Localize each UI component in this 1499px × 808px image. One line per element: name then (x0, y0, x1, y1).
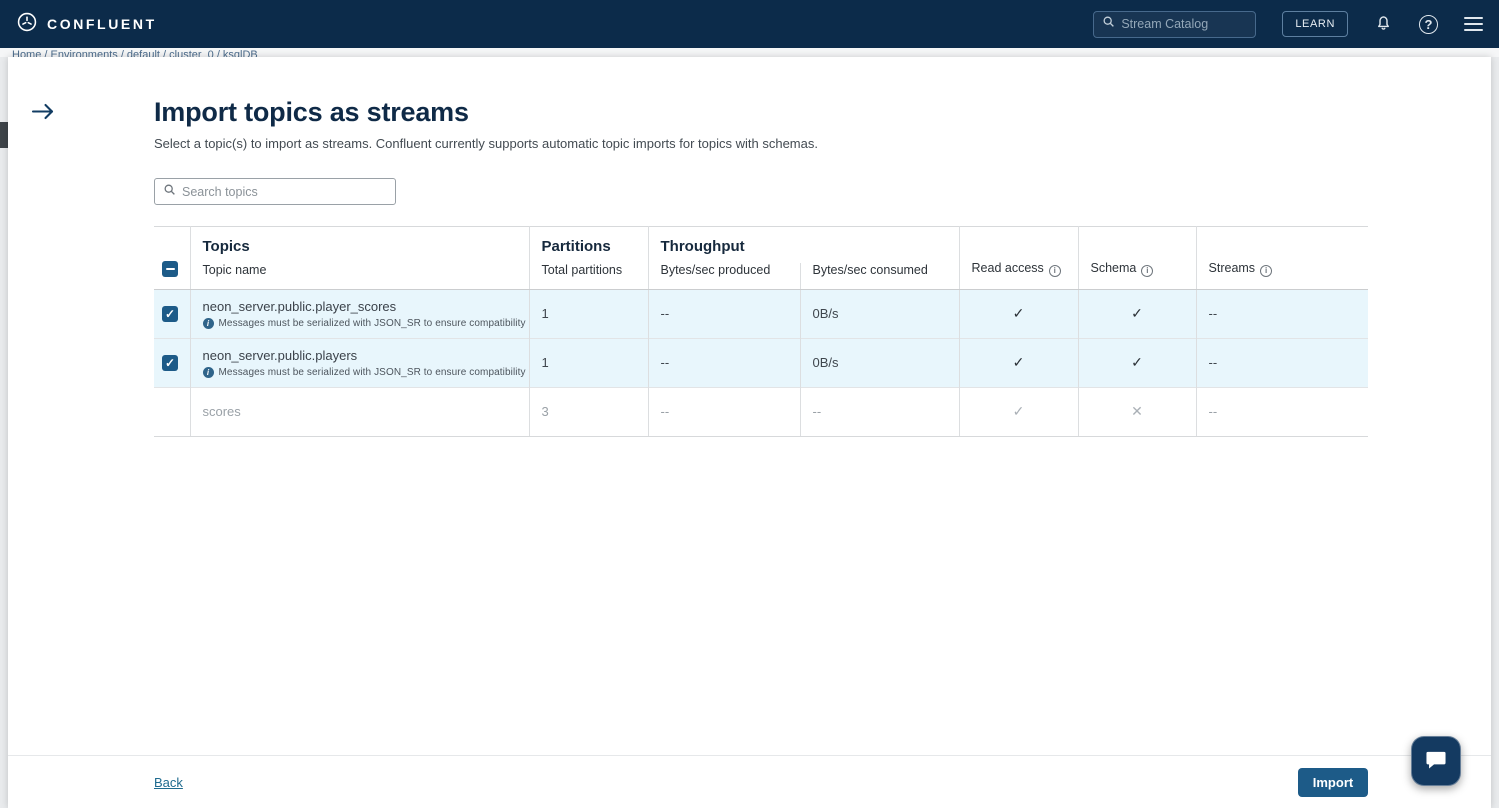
read-access-label: Read access (972, 261, 1044, 275)
select-all-checkbox[interactable] (162, 261, 178, 277)
topic-name: neon_server.public.player_scores (203, 299, 529, 314)
column-header-bytes-consumed: Bytes/sec consumed (800, 263, 959, 290)
panel-footer: Back Import (8, 755, 1491, 808)
column-header-bytes-produced: Bytes/sec produced (648, 263, 800, 290)
main-menu-button[interactable] (1464, 17, 1483, 31)
streams-value: -- (1196, 387, 1368, 436)
notifications-button[interactable] (1374, 13, 1393, 35)
search-topics-input[interactable] (182, 185, 387, 199)
schema-check: ✓ (1078, 338, 1196, 387)
topic-name: scores (203, 404, 529, 419)
schema-check: ✓ (1078, 289, 1196, 338)
check-icon: ✓ (165, 308, 175, 320)
read-access-check: ✓ (959, 338, 1078, 387)
bytes-produced-value: -- (648, 387, 800, 436)
import-button[interactable]: Import (1298, 768, 1368, 797)
help-button[interactable]: ? (1419, 15, 1438, 34)
partitions-value: 1 (529, 289, 648, 338)
row-checkbox[interactable]: ✓ (162, 306, 178, 322)
breadcrumb: Home / Environments / default / cluster_… (0, 48, 1499, 57)
brand-block[interactable]: CONFLUENT (16, 11, 157, 38)
info-icon: i (203, 367, 214, 378)
bytes-consumed-value: -- (800, 387, 959, 436)
bell-icon (1374, 13, 1393, 35)
read-access-check: ✓ (959, 387, 1078, 436)
topic-note: i Messages must be serialized with JSON_… (203, 318, 529, 329)
stream-catalog-search[interactable] (1093, 11, 1256, 38)
import-topics-panel: Import topics as streams Select a topic(… (8, 57, 1491, 808)
topics-table: Topics Partitions Throughput Read access… (154, 226, 1368, 437)
back-link[interactable]: Back (154, 775, 183, 790)
page-subtitle: Select a topic(s) to import as streams. … (154, 136, 1368, 151)
bytes-produced-value: -- (648, 338, 800, 387)
brand-name: CONFLUENT (47, 16, 157, 32)
confluent-logo-icon (16, 11, 38, 38)
chat-button[interactable] (1411, 736, 1461, 786)
read-access-check: ✓ (959, 289, 1078, 338)
learn-button[interactable]: LEARN (1282, 11, 1348, 37)
topic-row[interactable]: ✓ neon_server.public.player_scores i Mes… (154, 289, 1368, 338)
arrow-right-icon (31, 108, 55, 123)
collapse-panel-button[interactable] (31, 103, 55, 123)
top-navigation-bar: CONFLUENT LEARN ? (0, 0, 1499, 48)
info-icon: i (1049, 265, 1061, 277)
bytes-consumed-value: 0B/s (800, 289, 959, 338)
column-group-topics: Topics (190, 227, 529, 263)
schema-label: Schema (1091, 261, 1137, 275)
streams-value: -- (1196, 338, 1368, 387)
topic-note: i Messages must be serialized with JSON_… (203, 367, 529, 378)
collapsed-sidebar-handle[interactable] (0, 122, 8, 148)
help-icon: ? (1419, 15, 1438, 34)
schema-cross: ✕ (1078, 387, 1196, 436)
bytes-consumed-value: 0B/s (800, 338, 959, 387)
topic-name: neon_server.public.players (203, 348, 529, 363)
search-icon (163, 183, 176, 201)
topic-row-disabled: scores 3 -- -- ✓ ✕ -- (154, 387, 1368, 436)
topic-row[interactable]: ✓ neon_server.public.players i Messages … (154, 338, 1368, 387)
streams-label: Streams (1209, 261, 1256, 275)
info-icon: i (1141, 265, 1153, 277)
streams-value: -- (1196, 289, 1368, 338)
breadcrumb-text: Home / Environments / default / cluster_… (0, 48, 1499, 57)
info-icon: i (1260, 265, 1272, 277)
column-header-schema: Schemai (1078, 227, 1196, 290)
chat-bubble-icon (1423, 747, 1449, 776)
select-all-cell (154, 227, 190, 290)
info-icon: i (203, 318, 214, 329)
search-icon (1102, 15, 1115, 33)
indeterminate-icon (166, 268, 175, 270)
check-icon: ✓ (165, 357, 175, 369)
partitions-value: 1 (529, 338, 648, 387)
bytes-produced-value: -- (648, 289, 800, 338)
page-title: Import topics as streams (154, 97, 1368, 128)
partitions-value: 3 (529, 387, 648, 436)
stream-catalog-search-input[interactable] (1121, 17, 1247, 31)
column-header-streams: Streams i (1196, 227, 1368, 290)
column-header-read-access: Read access i (959, 227, 1078, 290)
column-group-partitions: Partitions (529, 227, 648, 263)
column-header-topic-name: Topic name (190, 263, 529, 290)
topic-note-text: Messages must be serialized with JSON_SR… (219, 318, 526, 329)
hamburger-icon (1464, 17, 1483, 31)
column-header-total-partitions: Total partitions (529, 263, 648, 290)
row-checkbox[interactable]: ✓ (162, 355, 178, 371)
topic-note-text: Messages must be serialized with JSON_SR… (219, 367, 526, 378)
column-group-throughput: Throughput (648, 227, 959, 263)
search-topics-box[interactable] (154, 178, 396, 205)
